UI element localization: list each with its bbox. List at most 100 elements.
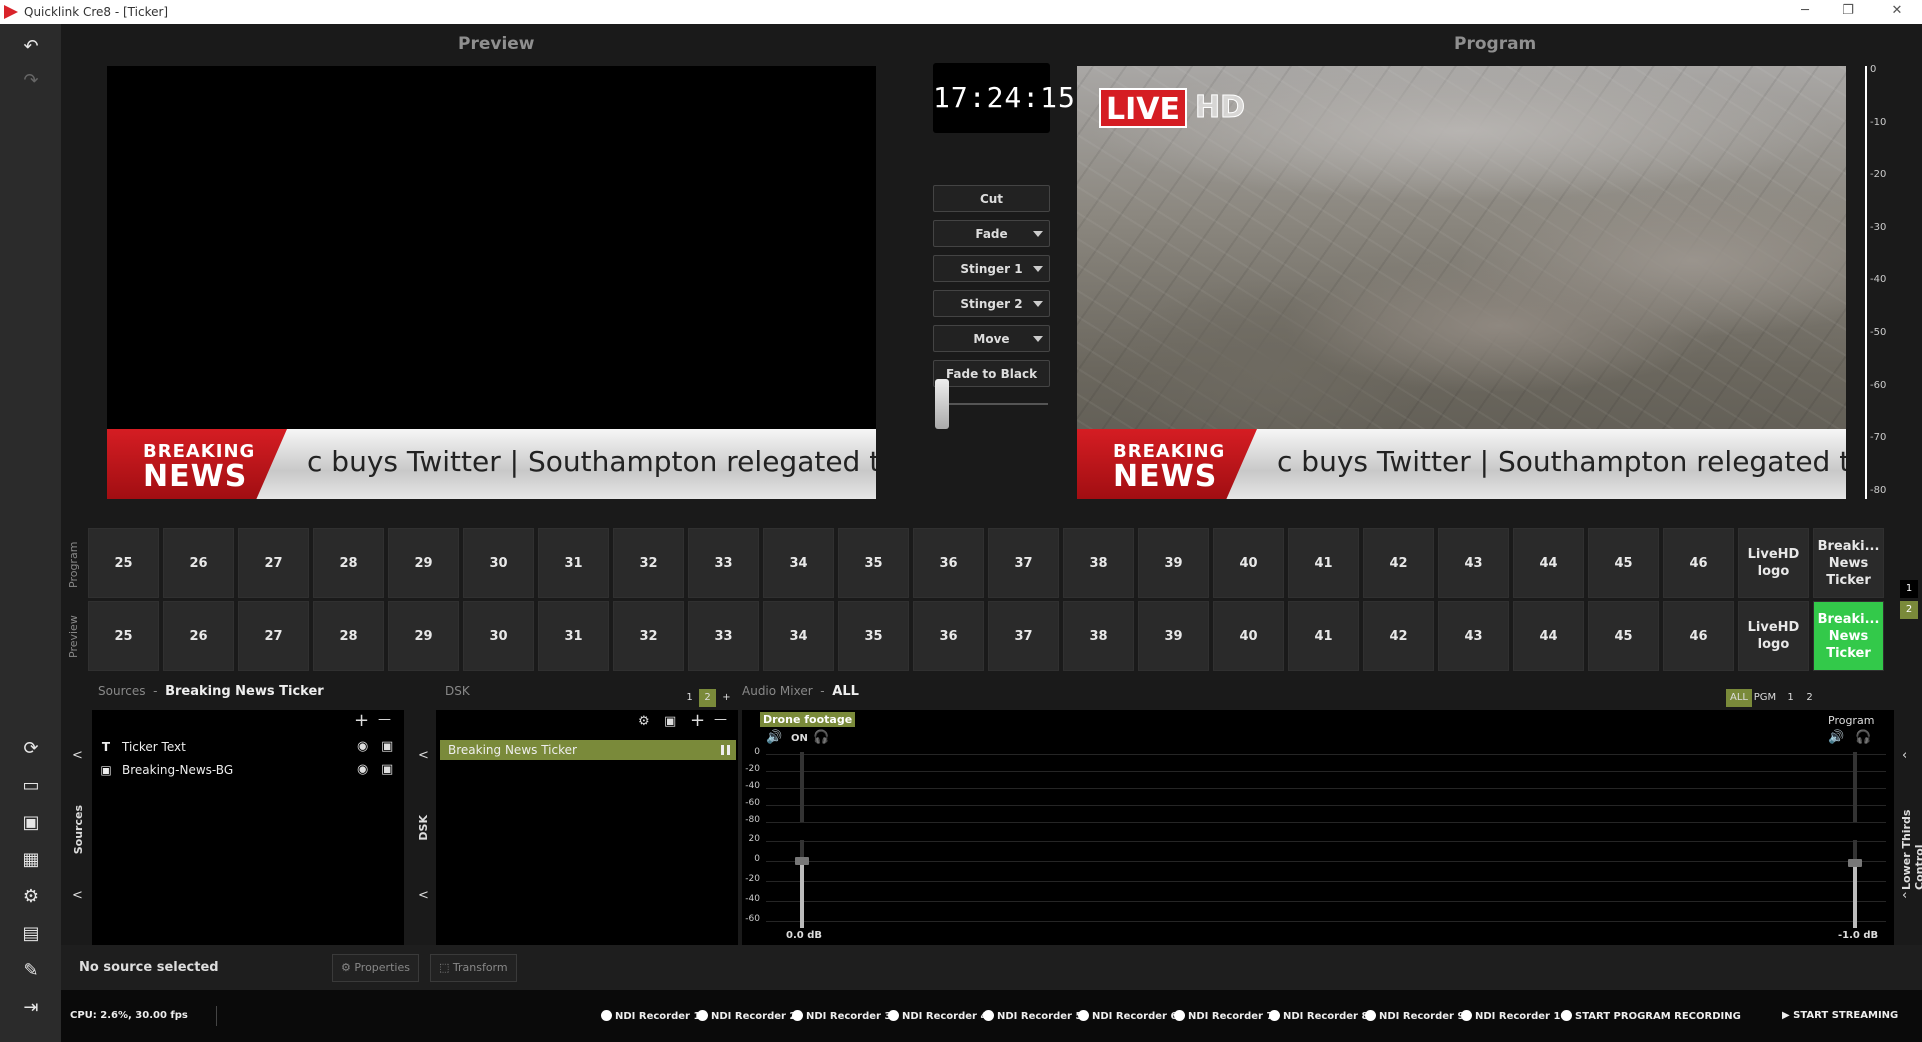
start-streaming-button[interactable]: ▶ START STREAMING (1782, 1010, 1898, 1021)
gear-icon[interactable]: ⚙ (20, 886, 42, 908)
source-item[interactable]: ▣ Breaking-News-BG (98, 760, 233, 780)
refresh-icon[interactable]: ⟳ (20, 738, 42, 760)
preview-scene-cell[interactable]: 29 (388, 601, 459, 671)
program-scene-cell[interactable]: 45 (1588, 528, 1659, 598)
undo-icon[interactable]: ↶ (20, 36, 42, 58)
dsk-tab-add[interactable]: + (718, 689, 735, 707)
program-scene-cell[interactable]: 25 (88, 528, 159, 598)
layer-badge-1[interactable]: 1 (1900, 580, 1918, 598)
chevron-down-icon[interactable] (1033, 336, 1043, 342)
speaker-icon[interactable]: 🔊 (766, 730, 782, 745)
preview-scene-cell[interactable]: 25 (88, 601, 159, 671)
chevron-down-icon[interactable] (1033, 231, 1043, 237)
redo-icon[interactable]: ↷ (20, 70, 42, 92)
eye-icon[interactable]: ◉ (357, 762, 368, 777)
fade-button[interactable]: Fade (933, 220, 1050, 247)
remove-source-icon[interactable]: — (378, 712, 391, 727)
program-scene-cell[interactable]: 36 (913, 528, 984, 598)
headphones-icon[interactable]: 🎧 (813, 730, 829, 745)
preview-scene-cell[interactable]: 43 (1438, 601, 1509, 671)
program-scene-cell[interactable]: 37 (988, 528, 1059, 598)
speaker-icon[interactable]: 🔊 (1828, 730, 1844, 745)
eye-icon[interactable]: ◉ (357, 739, 368, 754)
program-scene-cell[interactable]: 38 (1063, 528, 1134, 598)
preview-scene-cell[interactable]: 39 (1138, 601, 1209, 671)
program-scene-cell[interactable]: 35 (838, 528, 909, 598)
close-button[interactable]: ✕ (1887, 3, 1907, 18)
preview-scene-cell[interactable]: LiveHD logo (1738, 601, 1809, 671)
tbar-handle[interactable] (935, 379, 949, 429)
preview-scene-cell[interactable]: 40 (1213, 601, 1284, 671)
preview-scene-cell[interactable]: 42 (1363, 601, 1434, 671)
chevron-left-icon[interactable]: ‹ (1902, 748, 1907, 763)
chevron-down-icon[interactable] (1033, 266, 1043, 272)
preview-scene-cell[interactable]: 45 (1588, 601, 1659, 671)
preview-scene-cell[interactable]: 33 (688, 601, 759, 671)
stinger2-button[interactable]: Stinger 2 (933, 290, 1050, 317)
ndi-recorder-toggle[interactable]: NDI Recorder 9 (1365, 1010, 1464, 1022)
program-scene-cell[interactable]: 27 (238, 528, 309, 598)
cut-button[interactable]: Cut (933, 185, 1050, 212)
dsk-item[interactable]: Breaking News Ticker (440, 740, 736, 760)
add-source-icon[interactable]: + (354, 710, 369, 731)
start-program-recording-button[interactable]: START PROGRAM RECORDING (1561, 1010, 1741, 1022)
stinger1-button[interactable]: Stinger 1 (933, 255, 1050, 282)
mixer-tab-1[interactable]: 1 (1782, 689, 1799, 707)
program-scene-cell[interactable]: 43 (1438, 528, 1509, 598)
dsk-tab-2[interactable]: 2 (699, 689, 716, 707)
tools-icon[interactable]: ✎ (20, 960, 42, 982)
program-scene-cell[interactable]: 42 (1363, 528, 1434, 598)
program-scene-cell[interactable]: 26 (163, 528, 234, 598)
chevron-left-icon[interactable]: < (72, 748, 83, 763)
monitor-icon[interactable]: ▭ (20, 775, 42, 797)
lock-icon[interactable]: ▣ (381, 739, 393, 754)
display-icon[interactable]: ▣ (20, 812, 42, 834)
layout-icon[interactable]: ▦ (20, 849, 42, 871)
program-scene-cell[interactable]: 29 (388, 528, 459, 598)
preview-scene-cell[interactable]: 37 (988, 601, 1059, 671)
channel-on-toggle[interactable]: ON (791, 733, 808, 744)
preview-scene-cell[interactable]: 30 (463, 601, 534, 671)
pause-icon[interactable] (721, 745, 730, 755)
program-monitor[interactable]: LIVE HD BREAKING NEWS c buys Twitter | S… (1077, 66, 1846, 499)
move-button[interactable]: Move (933, 325, 1050, 352)
preview-scene-cell[interactable]: 44 (1513, 601, 1584, 671)
preview-scene-cell[interactable]: 46 (1663, 601, 1734, 671)
program-fader-handle[interactable] (1848, 859, 1862, 867)
program-scene-cell[interactable]: 33 (688, 528, 759, 598)
ndi-recorder-toggle[interactable]: NDI Recorder 10 (1461, 1010, 1567, 1022)
chevron-down-icon[interactable] (1033, 301, 1043, 307)
source-item[interactable]: T Ticker Text (98, 737, 186, 757)
folder-icon[interactable]: ▤ (20, 923, 42, 945)
program-scene-cell[interactable]: 46 (1663, 528, 1734, 598)
lock-icon[interactable]: ▣ (664, 714, 676, 729)
preview-scene-cell[interactable]: 38 (1063, 601, 1134, 671)
ndi-recorder-toggle[interactable]: NDI Recorder 8 (1269, 1010, 1368, 1022)
program-scene-cell[interactable]: 41 (1288, 528, 1359, 598)
add-dsk-icon[interactable]: + (690, 710, 705, 731)
dsk-tab-1[interactable]: 1 (681, 689, 698, 707)
ndi-recorder-toggle[interactable]: NDI Recorder 3 (792, 1010, 891, 1022)
program-scene-cell[interactable]: 39 (1138, 528, 1209, 598)
preview-scene-cell[interactable]: 41 (1288, 601, 1359, 671)
preview-scene-cell[interactable]: 35 (838, 601, 909, 671)
program-scene-cell[interactable]: 40 (1213, 528, 1284, 598)
minimize-button[interactable]: ─ (1795, 3, 1815, 18)
program-scene-cell[interactable]: 34 (763, 528, 834, 598)
headphones-icon[interactable]: 🎧 (1855, 730, 1871, 745)
program-scene-cell[interactable]: LiveHD logo (1738, 528, 1809, 598)
lock-icon[interactable]: ▣ (381, 762, 393, 777)
ndi-recorder-toggle[interactable]: NDI Recorder 2 (697, 1010, 796, 1022)
program-scene-cell[interactable]: 32 (613, 528, 684, 598)
channel-fader-handle[interactable] (795, 857, 809, 865)
mixer-tab-2[interactable]: 2 (1801, 689, 1818, 707)
exit-icon[interactable]: ⇥ (20, 997, 42, 1019)
transform-button[interactable]: ⬚ Transform (430, 954, 517, 982)
mixer-tab-all[interactable]: ALL (1726, 689, 1752, 707)
maximize-button[interactable]: ❐ (1838, 3, 1858, 18)
chevron-left-icon[interactable]: < (418, 888, 429, 903)
program-scene-cell[interactable]: Breaki... News Ticker (1813, 528, 1884, 598)
program-scene-cell[interactable]: 44 (1513, 528, 1584, 598)
program-scene-cell[interactable]: 28 (313, 528, 384, 598)
chevron-left-icon[interactable]: ‹ (1902, 888, 1907, 903)
